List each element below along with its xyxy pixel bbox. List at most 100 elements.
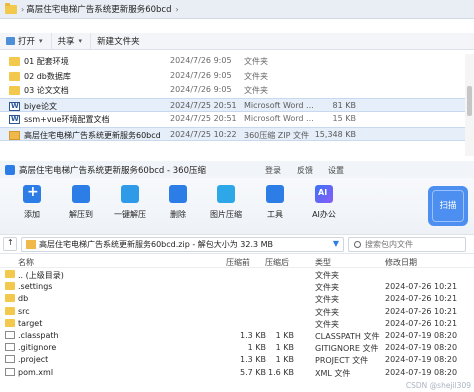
file-explorer-window: › 高层住宅电梯广告系统更新服务60bcd › 打开 ▾ 共享 ▾ 新建文件夹 … xyxy=(0,0,474,160)
file-icon xyxy=(5,330,15,339)
explorer-scrollbar[interactable] xyxy=(465,54,474,156)
archive-entry-row[interactable]: .gitignore 1 KB 1 KB GITIGNORE 文件 2024-07-19… xyxy=(0,341,474,353)
folder-icon xyxy=(5,294,15,303)
entry-original-size: 1 KB xyxy=(275,330,294,340)
column-type[interactable]: 类型 xyxy=(315,257,331,268)
file-icon xyxy=(5,343,15,352)
app-logo-icon xyxy=(5,164,15,175)
image-icon xyxy=(217,185,235,203)
zip-icon xyxy=(9,130,20,140)
archive-entry-row[interactable]: db 文件夹 2024-07-26 10:21 xyxy=(0,292,474,304)
file-row[interactable]: 01 配套环境 2024/7/26 9:05 文件夹 xyxy=(0,54,474,69)
explorer-toolbar: 打开 ▾ 共享 ▾ 新建文件夹 xyxy=(0,32,474,50)
entry-original-size: 1 KB xyxy=(275,355,294,365)
entry-compressed-size: 1 KB xyxy=(247,343,266,353)
window-title: 高层住宅电梯广告系统更新服务60bcd - 360压缩 xyxy=(19,165,206,176)
archive-entry-row[interactable]: target 文件夹 2024-07-26 10:21 xyxy=(0,317,474,329)
entry-name: .project xyxy=(18,355,49,365)
image-compress-label: 图片压缩 xyxy=(210,210,242,219)
archive-entry-row[interactable]: .settings 文件夹 2024-07-26 10:21 xyxy=(0,280,474,292)
archive-search[interactable] xyxy=(348,236,466,252)
file-date: 2024/7/25 20:51 xyxy=(170,114,237,123)
watermark: CSDN @shejil309 xyxy=(405,381,471,390)
entry-name: src xyxy=(18,306,30,316)
file-row[interactable]: 02 db数据库 2024/7/26 9:05 文件夹 xyxy=(0,69,474,84)
entry-modified: 2024-07-26 10:21 xyxy=(385,306,458,316)
folder-icon xyxy=(9,86,20,95)
entry-modified: 2024-07-19 08:20 xyxy=(385,343,458,353)
file-row[interactable]: 03 论文文档 2024/7/26 9:05 文件夹 xyxy=(0,83,474,98)
file-name: 高层住宅电梯广告系统更新服务60bcd xyxy=(24,130,161,140)
breadcrumb-current-folder[interactable]: 高层住宅电梯广告系统更新服务60bcd xyxy=(26,3,171,15)
settings-menu[interactable]: 设置 xyxy=(328,165,344,176)
archive-path-field[interactable]: 高层住宅电梯广告系统更新服务60bcd.zip - 解包大小为 32.3 MB … xyxy=(21,236,344,252)
feedback-menu[interactable]: 反馈 xyxy=(297,165,313,176)
share-button[interactable]: 共享 ▾ xyxy=(52,32,92,50)
ai-office-button[interactable]: AI办公 xyxy=(300,185,348,220)
file-row[interactable]: ssm+vue环境配置文档2024/7/25 20:51Microsoft Wo… xyxy=(0,112,474,127)
extract-to-label: 解压到 xyxy=(69,210,93,219)
zip-icon xyxy=(26,239,36,249)
ai-icon xyxy=(315,185,333,203)
add-button[interactable]: 添加 xyxy=(8,184,56,220)
scan-button[interactable]: 扫描 xyxy=(428,186,468,226)
share-label: 共享 xyxy=(57,37,75,47)
open-button[interactable]: 打开 ▾ xyxy=(0,32,52,50)
column-name[interactable]: 名称 xyxy=(18,257,34,268)
one-click-extract-button[interactable]: 一键解压 xyxy=(106,185,154,220)
entry-modified: 2024-07-19 08:20 xyxy=(385,367,458,377)
tools-label: 工具 xyxy=(267,210,283,219)
word-icon xyxy=(9,101,20,111)
file-row[interactable]: biye论文2024/7/25 20:51Microsoft Word ...8… xyxy=(0,97,474,112)
file-row[interactable]: 高层住宅电梯广告系统更新服务60bcd 2024/7/25 10:22 360压缩 … xyxy=(0,126,474,141)
archive-column-header: 名称 压缩前 压缩后 类型 修改日期 xyxy=(0,254,474,268)
folder-icon xyxy=(9,71,20,81)
add-icon xyxy=(23,184,41,203)
open-icon xyxy=(6,37,15,45)
file-date: 2024/7/26 9:05 xyxy=(170,70,232,80)
address-bar[interactable]: › 高层住宅电梯广告系统更新服务60bcd › xyxy=(0,0,474,19)
entry-modified: 2024-07-19 08:20 xyxy=(385,330,458,340)
extract-to-button[interactable]: 解压到 xyxy=(57,185,105,220)
archive-entry-row[interactable]: pom.xml 5.7 KB 1.6 KB XML 文件 2024-07-19 08:2… xyxy=(0,366,474,378)
file-size: 15 KB xyxy=(332,114,356,123)
column-original[interactable]: 压缩后 xyxy=(265,257,289,268)
entry-name: target xyxy=(18,318,43,328)
file-date: 2024/7/25 10:22 xyxy=(170,129,237,139)
archive-entry-row[interactable]: src 文件夹 2024-07-26 10:21 xyxy=(0,305,474,317)
scrollbar-thumb[interactable] xyxy=(467,86,472,116)
word-icon xyxy=(9,115,20,124)
file-type: 文件夹 xyxy=(244,71,268,81)
delete-button[interactable]: 删除 xyxy=(154,185,202,220)
login-menu[interactable]: 登录 xyxy=(265,165,281,176)
archive-search-input[interactable] xyxy=(365,239,460,249)
entry-modified: 2024-07-26 10:21 xyxy=(385,318,458,328)
explorer-file-list: 01 配套环境 2024/7/26 9:05 文件夹 02 db数据库 2024/7/2… xyxy=(0,54,474,141)
column-modified[interactable]: 修改日期 xyxy=(385,257,417,268)
tools-icon xyxy=(266,185,284,203)
up-level-button[interactable] xyxy=(3,237,17,251)
column-compressed[interactable]: 压缩前 xyxy=(226,257,250,268)
file-name: ssm+vue环境配置文档 xyxy=(24,115,110,124)
file-name: 01 配套环境 xyxy=(24,57,69,66)
chevron-right-icon[interactable]: › xyxy=(176,5,179,14)
tools-button[interactable]: 工具 xyxy=(251,185,299,220)
new-folder-button[interactable]: 新建文件夹 xyxy=(91,33,148,50)
archive-ribbon: 添加 解压到 一键解压 删除 图片压缩 工具 AI办公 扫描 xyxy=(0,178,474,235)
file-name: 02 db数据库 xyxy=(24,71,71,81)
chevron-down-icon: ▾ xyxy=(78,37,83,45)
folder-icon xyxy=(5,2,17,14)
chevron-down-icon[interactable]: ▼ xyxy=(333,239,339,248)
file-type: 文件夹 xyxy=(244,57,268,66)
scan-label: 扫描 xyxy=(432,190,464,222)
entry-modified: 2024-07-19 08:20 xyxy=(385,355,458,365)
file-size: 15,348 KB xyxy=(314,129,356,139)
archive-entry-row[interactable]: .. (上级目录) 文件夹 xyxy=(0,268,474,280)
trash-icon xyxy=(169,185,187,203)
archive-entry-row[interactable]: .project 1.3 KB 1 KB PROJECT 文件 2024-07-19 0… xyxy=(0,353,474,365)
archive-entry-row[interactable]: .classpath 1.3 KB 1 KB CLASSPATH 文件 2024-07-… xyxy=(0,329,474,341)
delete-label: 删除 xyxy=(170,210,186,219)
entry-name: .settings xyxy=(18,282,53,292)
one-click-extract-icon xyxy=(121,185,139,203)
image-compress-button[interactable]: 图片压缩 xyxy=(202,185,250,220)
